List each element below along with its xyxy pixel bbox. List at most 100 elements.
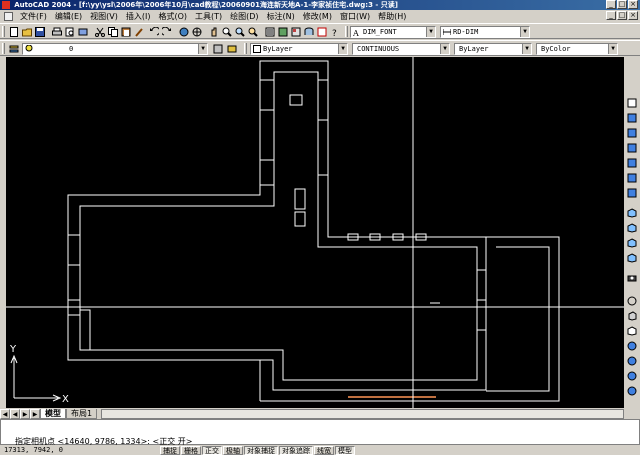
polar-toggle[interactable]: 极轴	[223, 445, 243, 455]
zoom-realtime-icon[interactable]	[221, 26, 233, 38]
ortho-toggle[interactable]: 正交	[202, 445, 222, 455]
otrack-toggle[interactable]: 对象追踪	[279, 445, 313, 455]
menu-format[interactable]: 格式(O)	[154, 10, 191, 23]
snap-toggle[interactable]: 捕捉	[160, 445, 180, 455]
redo-icon[interactable]	[161, 26, 173, 38]
restore-icon[interactable]	[626, 97, 638, 108]
menu-tools[interactable]: 工具(T)	[191, 10, 226, 23]
osnap-toggle[interactable]: 对象捕捉	[244, 445, 278, 455]
zoom-window-icon[interactable]	[234, 26, 246, 38]
drawing-canvas[interactable]: Y X	[6, 57, 624, 408]
cube-icon[interactable]	[626, 325, 638, 336]
document-icon[interactable]	[4, 12, 13, 21]
menu-insert[interactable]: 插入(I)	[122, 10, 155, 23]
paste-icon[interactable]	[120, 26, 132, 38]
tab-next-button[interactable]: ▶	[20, 408, 30, 419]
toolbar-grip[interactable]	[2, 43, 5, 54]
tool-palettes-icon[interactable]	[290, 26, 302, 38]
chevron-down-icon[interactable]: ▼	[198, 44, 207, 54]
layer-combo[interactable]: 0 ▼	[22, 43, 208, 55]
tab-last-button[interactable]: ▶	[30, 408, 40, 419]
chevron-down-icon[interactable]: ▼	[440, 44, 449, 54]
cone-icon[interactable]	[626, 370, 638, 381]
camera-icon[interactable]	[626, 272, 638, 283]
grid-toggle[interactable]: 栅格	[181, 445, 201, 455]
layer-manager-icon[interactable]	[8, 43, 20, 55]
publish-icon[interactable]	[77, 26, 89, 38]
orbit-icon[interactable]	[626, 295, 638, 306]
view-bottom-icon[interactable]	[626, 127, 638, 138]
view-right-icon[interactable]	[626, 157, 638, 168]
new-file-icon[interactable]	[8, 26, 20, 38]
sw-iso-icon[interactable]	[626, 207, 638, 218]
lineweight-combo[interactable]: ByLayer ▼	[454, 43, 532, 55]
horizontal-scrollbar[interactable]	[101, 408, 624, 419]
table-style-combo[interactable]: RD-DIM ▼	[440, 26, 530, 38]
layer-previous-icon[interactable]	[226, 43, 238, 55]
tab-layout1[interactable]: 布局1	[66, 408, 98, 419]
save-icon[interactable]	[34, 26, 46, 38]
command-window[interactable]: 指定相机点 <14640, 9786, 1334>: <正交 开>	[0, 419, 640, 446]
nw-iso-icon[interactable]	[626, 252, 638, 263]
title-bar[interactable]: AutoCAD 2004 - [f:\yy\ysl\2006年\2006年10月…	[0, 0, 640, 10]
menu-modify[interactable]: 修改(M)	[299, 10, 336, 23]
match-properties-icon[interactable]	[133, 26, 145, 38]
menu-draw[interactable]: 绘图(D)	[226, 10, 262, 23]
plotstyle-combo[interactable]: ByColor ▼	[536, 43, 618, 55]
print-preview-icon[interactable]	[64, 26, 76, 38]
cut-icon[interactable]	[94, 26, 106, 38]
menu-view[interactable]: 视图(V)	[86, 10, 122, 23]
menu-file[interactable]: 文件(F)	[16, 10, 51, 23]
lineweight-toggle[interactable]: 线宽	[314, 445, 334, 455]
linetype-combo[interactable]: CONTINUOUS ▼	[352, 43, 450, 55]
tab-prev-button[interactable]: ◀	[10, 408, 20, 419]
doc-restore-button[interactable]: □	[617, 11, 627, 20]
maximize-button[interactable]: □	[617, 0, 627, 9]
tab-model[interactable]: 模型	[40, 408, 66, 419]
zoom-previous-icon[interactable]	[247, 26, 259, 38]
view-left-icon[interactable]	[626, 142, 638, 153]
design-center-icon[interactable]	[277, 26, 289, 38]
pan-icon[interactable]	[208, 26, 220, 38]
markup-icon[interactable]	[316, 26, 328, 38]
view-back-icon[interactable]	[626, 187, 638, 198]
chevron-down-icon[interactable]: ▼	[426, 27, 435, 37]
hyperlink-icon[interactable]	[178, 26, 190, 38]
chevron-down-icon[interactable]: ▼	[520, 27, 529, 37]
model-toggle[interactable]: 模型	[335, 445, 355, 455]
doc-close-button[interactable]: ×	[628, 11, 638, 20]
chevron-down-icon[interactable]: ▼	[608, 44, 617, 54]
menu-edit[interactable]: 编辑(E)	[51, 10, 86, 23]
dbconnect-icon[interactable]	[303, 26, 315, 38]
view-top-icon[interactable]	[626, 112, 638, 123]
open-folder-icon[interactable]	[21, 26, 33, 38]
copy-icon[interactable]	[107, 26, 119, 38]
ne-iso-icon[interactable]	[626, 237, 638, 248]
minimize-button[interactable]: _	[606, 0, 616, 9]
print-icon[interactable]	[51, 26, 63, 38]
se-iso-icon[interactable]	[626, 222, 638, 233]
toolbar-grip[interactable]	[345, 26, 348, 37]
tab-first-button[interactable]: ◀	[0, 408, 10, 419]
make-layer-current-icon[interactable]	[212, 43, 224, 55]
menu-help[interactable]: 帮助(H)	[374, 10, 410, 23]
menu-window[interactable]: 窗口(W)	[336, 10, 374, 23]
close-button[interactable]: ×	[628, 0, 638, 9]
undo-icon[interactable]	[148, 26, 160, 38]
cylinder-icon[interactable]	[626, 355, 638, 366]
doc-minimize-button[interactable]: _	[606, 11, 616, 20]
view-front-icon[interactable]	[626, 172, 638, 183]
toolbar-grip[interactable]	[2, 26, 5, 37]
tracking-icon[interactable]	[191, 26, 203, 38]
box-icon[interactable]	[626, 310, 638, 321]
chevron-down-icon[interactable]: ▼	[522, 44, 531, 54]
properties-icon[interactable]	[264, 26, 276, 38]
chevron-down-icon[interactable]: ▼	[338, 44, 347, 54]
menu-dimension[interactable]: 标注(N)	[263, 10, 299, 23]
help-icon[interactable]: ?	[329, 26, 341, 38]
color-combo[interactable]: ByLayer ▼	[250, 43, 348, 55]
dim-style-combo[interactable]: A DIM_FONT ▼	[350, 26, 436, 38]
torus-icon[interactable]	[626, 385, 638, 396]
sphere-icon[interactable]	[626, 340, 638, 351]
toolbar-grip[interactable]	[244, 43, 247, 54]
